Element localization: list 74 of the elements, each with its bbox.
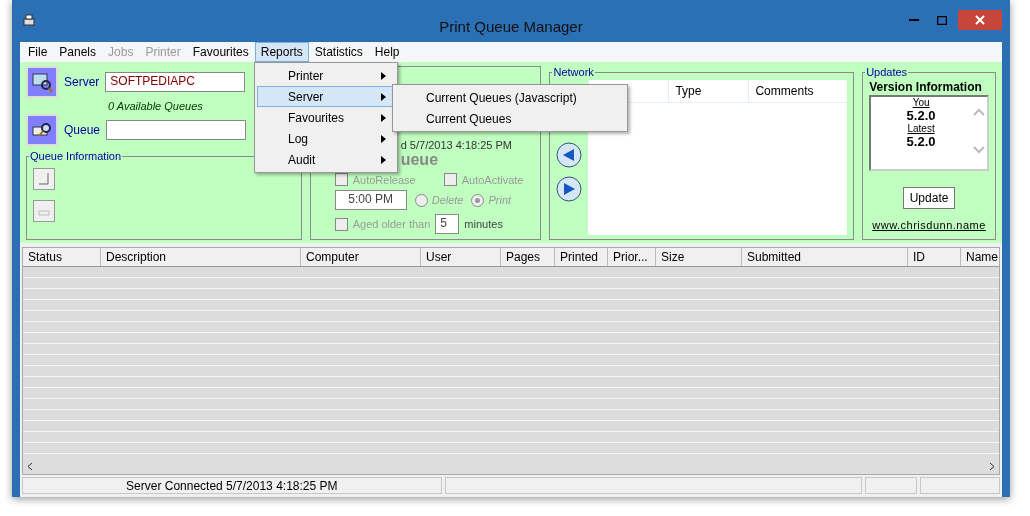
menu-entry[interactable]: Favourites <box>257 107 395 128</box>
menu-entry[interactable]: Server <box>257 86 395 107</box>
menu-item[interactable]: Help <box>368 42 406 62</box>
minutes-field[interactable]: 5 <box>435 214 460 234</box>
date-text: d 5/7/2013 4:18:25 PM <box>400 139 513 151</box>
available-queues-text: 0 Available Queues <box>108 100 204 112</box>
window-title: Print Queue Manager <box>438 18 584 35</box>
server-field[interactable]: SOFTPEDIAPC <box>105 72 246 92</box>
column-header[interactable]: Name <box>961 248 999 266</box>
printer-search-icon[interactable] <box>26 114 58 146</box>
network-list[interactable]: Type Comments <box>588 80 848 235</box>
column-header[interactable]: Description <box>101 248 301 266</box>
scroll-right-icon[interactable] <box>989 461 995 471</box>
checkbox[interactable] <box>334 173 348 186</box>
menu-entry[interactable]: Audit <box>257 149 395 170</box>
minimize-icon <box>909 19 919 21</box>
column-header[interactable]: User <box>421 248 501 266</box>
radio-button[interactable] <box>414 193 428 207</box>
version-text: 5.2.0 <box>906 134 936 149</box>
submenu-arrow-icon <box>381 155 386 164</box>
computer-search-icon[interactable] <box>26 66 58 98</box>
column-header[interactable]: Type <box>668 80 749 102</box>
fieldset-legend: Queue Information <box>29 150 123 162</box>
submenu-arrow-icon <box>381 71 386 80</box>
close-icon <box>975 15 985 25</box>
column-header[interactable]: Status <box>23 248 101 266</box>
submenu-arrow-icon <box>381 113 386 122</box>
menu-item[interactable]: Favourites <box>186 42 255 62</box>
submenu-arrow-icon <box>381 92 386 101</box>
menu-entry[interactable]: Log <box>257 128 395 149</box>
heading-text: ueue <box>400 151 440 169</box>
column-header[interactable]: Pages <box>501 248 555 266</box>
submenu-arrow-icon <box>381 134 386 143</box>
checkbox-label: AutoActivate <box>461 173 524 186</box>
column-header[interactable]: Computer <box>301 248 421 266</box>
website-link[interactable]: www.chrisdunn.name <box>872 219 986 231</box>
checkbox[interactable] <box>334 217 348 231</box>
version-heading: Version Information <box>869 80 983 94</box>
fieldset-legend: Updates <box>865 66 909 78</box>
scroll-left-icon[interactable] <box>27 461 33 471</box>
status-text: Server Connected 5/7/2013 4:18:25 PM <box>22 477 442 494</box>
column-header[interactable]: Printed <box>555 248 608 266</box>
radio-button[interactable] <box>471 193 485 207</box>
column-header[interactable]: ID <box>908 248 961 266</box>
server-label: Server <box>64 75 100 89</box>
menu-item[interactable]: Reports <box>254 42 309 62</box>
close-button[interactable] <box>958 10 1002 30</box>
blank-page-button[interactable] <box>33 168 55 190</box>
unit-label: minutes <box>464 218 503 230</box>
column-header[interactable]: Submitted <box>742 248 908 266</box>
checkbox-label: AutoRelease <box>352 173 416 186</box>
fieldset-legend: Network <box>552 66 595 78</box>
faded-icon-button[interactable] <box>33 200 55 222</box>
radio-label: Print <box>488 194 512 206</box>
menu-item[interactable]: Statistics <box>308 42 369 62</box>
checkbox[interactable] <box>443 173 457 186</box>
column-header[interactable]: Prior... <box>608 248 656 266</box>
version-text: 5.2.0 <box>906 108 936 123</box>
you-label: You <box>912 97 930 108</box>
checkbox-label: Aged older than <box>352 218 431 230</box>
column-header[interactable]: Comments <box>748 80 829 102</box>
menu-item[interactable]: File <box>22 42 54 62</box>
update-button[interactable]: Update <box>902 187 956 209</box>
printer-icon <box>22 14 36 28</box>
column-header[interactable]: Size <box>656 248 742 266</box>
latest-label: Latest <box>907 123 935 134</box>
queue-label: Queue <box>64 123 101 137</box>
radio-label: Delete <box>431 194 464 206</box>
menu-item[interactable]: Panels <box>53 42 103 62</box>
queue-field[interactable] <box>106 120 247 140</box>
maximize-icon <box>937 15 947 25</box>
menu-entry[interactable]: Printer <box>257 65 395 86</box>
page-corner-icon <box>39 173 49 185</box>
time-field[interactable]: 5:00 PM <box>334 190 407 210</box>
